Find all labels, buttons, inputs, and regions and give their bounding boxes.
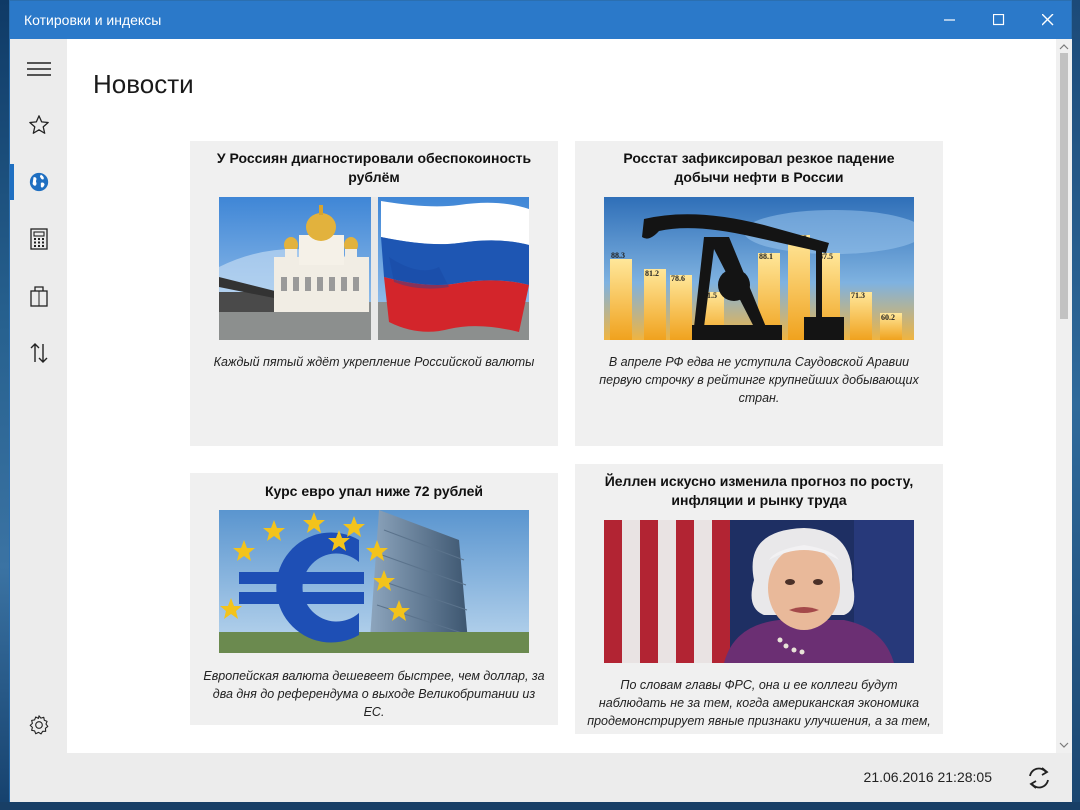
desktop-background-left bbox=[0, 0, 9, 810]
news-card[interactable]: Курс евро упал ниже 72 рублей Европейска… bbox=[190, 473, 558, 725]
news-title: Йеллен искусно изменила прогноз по росту… bbox=[604, 473, 914, 508]
maximize-button[interactable] bbox=[976, 1, 1022, 39]
news-image-oil-pump: 88.3 81.2 78.6 71.5 88.1 96.05 87.5 71.3… bbox=[604, 197, 914, 340]
calculator-icon bbox=[29, 228, 48, 250]
news-card[interactable]: Росстат зафиксировал резкое падение добы… bbox=[575, 141, 943, 446]
news-description: Каждый пятый ждёт укрепление Российской … bbox=[213, 355, 535, 369]
news-title: Курс евро упал ниже 72 рублей bbox=[264, 483, 484, 499]
minimize-button[interactable] bbox=[927, 1, 973, 39]
minimize-icon bbox=[944, 19, 955, 21]
briefcase-icon bbox=[29, 286, 48, 307]
desktop-background-bottom bbox=[0, 802, 1080, 810]
nav-item-news[interactable] bbox=[10, 158, 67, 206]
close-icon bbox=[1042, 14, 1054, 26]
news-card[interactable]: Йеллен искусно изменила прогноз по росту… bbox=[575, 464, 943, 734]
news-title: Росстат зафиксировал резкое падение добы… bbox=[623, 150, 895, 185]
chart-label: 88.3 bbox=[611, 251, 625, 260]
maximize-icon bbox=[993, 14, 1005, 26]
scroll-down-icon[interactable] bbox=[1059, 741, 1069, 749]
nav-item-converter[interactable] bbox=[10, 329, 67, 377]
chart-label: 88.1 bbox=[759, 252, 773, 261]
page-title: Новости bbox=[93, 69, 194, 99]
news-image-yellen bbox=[604, 520, 914, 663]
chart-label: 78.6 bbox=[671, 274, 685, 283]
gear-icon bbox=[29, 715, 48, 735]
hamburger-menu-icon bbox=[26, 62, 51, 76]
last-updated-timestamp: 21.06.2016 21:28:05 bbox=[863, 769, 992, 785]
chart-label: 81.2 bbox=[645, 269, 659, 278]
news-image-cathedral bbox=[219, 197, 529, 340]
hamburger-menu-button[interactable] bbox=[10, 45, 67, 93]
refresh-button[interactable] bbox=[1022, 763, 1056, 793]
desktop-background-right bbox=[1072, 0, 1080, 810]
news-description: Европейская валюта дешевеет быстрее, чем… bbox=[203, 669, 545, 719]
scroll-up-icon[interactable] bbox=[1059, 43, 1069, 51]
star-icon bbox=[28, 115, 49, 134]
nav-item-calculator[interactable] bbox=[10, 215, 67, 263]
app-window: Котировки и индексы Новости У Россиян ди… bbox=[9, 0, 1072, 802]
close-button[interactable] bbox=[1025, 1, 1071, 39]
globe-icon bbox=[29, 172, 48, 192]
navigation-pane bbox=[10, 39, 67, 802]
nav-item-portfolio[interactable] bbox=[10, 272, 67, 320]
sort-arrows-icon bbox=[30, 343, 47, 363]
nav-item-settings[interactable] bbox=[10, 701, 67, 749]
news-image-euro-sign bbox=[219, 510, 529, 653]
vertical-scrollbar[interactable] bbox=[1056, 39, 1072, 753]
news-card[interactable]: У Россиян диагностировали обеспокоиность… bbox=[190, 141, 558, 446]
chart-label: 71.3 bbox=[851, 291, 865, 300]
news-description: В апреле РФ едва не уступила Саудовской … bbox=[599, 355, 919, 405]
news-description: По словам главы ФРС, она и ее коллеги бу… bbox=[587, 678, 931, 728]
refresh-icon bbox=[1029, 767, 1049, 789]
status-bar: 21.06.2016 21:28:05 bbox=[67, 753, 1072, 802]
news-title: У Россиян диагностировали обеспокоиность… bbox=[216, 150, 532, 185]
news-page: Новости У Россиян диагностировали обеспо… bbox=[67, 39, 1056, 753]
chart-label: 60.2 bbox=[881, 313, 895, 322]
window-title: Котировки и индексы bbox=[24, 12, 162, 28]
scrollbar-thumb[interactable] bbox=[1060, 53, 1068, 319]
nav-item-favorites[interactable] bbox=[10, 101, 67, 149]
title-bar: Котировки и индексы bbox=[10, 1, 1071, 39]
